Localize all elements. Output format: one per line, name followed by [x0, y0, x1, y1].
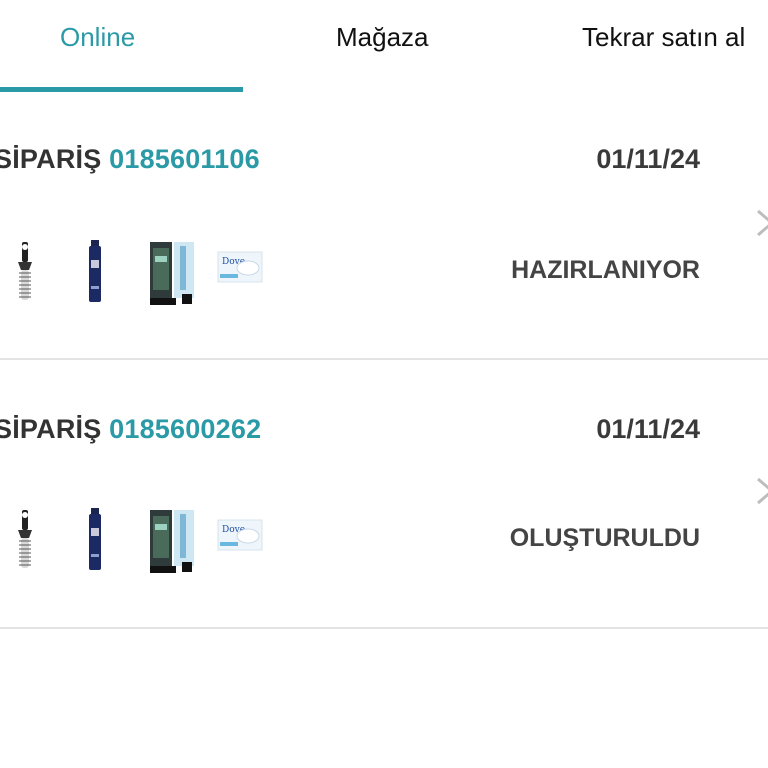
order-label: SİPARİŞ	[0, 414, 102, 444]
divider	[0, 358, 768, 360]
hair-brush-thumbnail	[18, 242, 32, 300]
dove-soap-box-thumbnail: Dove	[217, 519, 263, 551]
tab-bar: Online Mağaza Tekrar satın al	[0, 0, 768, 96]
order-title: SİPARİŞ 0185600262	[0, 414, 261, 445]
order-title: SİPARİŞ 0185601106	[0, 144, 260, 175]
order-number[interactable]: 0185601106	[109, 144, 260, 174]
order-card[interactable]: SİPARİŞ 0185601106 01/11/24 Dove HAZIRLA…	[0, 96, 768, 364]
deodorant-box-thumbnail	[150, 510, 194, 573]
chevron-right-icon[interactable]	[752, 208, 768, 238]
order-item-thumbnails: Dove	[0, 238, 300, 310]
order-label: SİPARİŞ	[0, 144, 102, 174]
hair-brush-thumbnail	[18, 510, 32, 568]
order-card[interactable]: SİPARİŞ 0185600262 01/11/24 Dove OLUŞTUR…	[0, 364, 768, 632]
divider	[0, 627, 768, 629]
hair-spray-can-thumbnail	[89, 508, 101, 570]
dove-soap-box-thumbnail: Dove	[217, 251, 263, 283]
order-number[interactable]: 0185600262	[109, 414, 261, 444]
tab-magaza[interactable]: Mağaza	[336, 22, 429, 53]
active-tab-indicator	[0, 87, 243, 92]
hair-spray-can-thumbnail	[89, 240, 101, 302]
order-status: HAZIRLANIYOR	[511, 256, 700, 284]
order-date: 01/11/24	[596, 414, 700, 444]
tab-tekrar-satin-al[interactable]: Tekrar satın al	[582, 22, 745, 53]
order-item-thumbnails: Dove	[0, 506, 300, 578]
chevron-right-icon[interactable]	[752, 476, 768, 506]
tab-online[interactable]: Online	[60, 22, 135, 53]
order-date: 01/11/24	[596, 144, 700, 174]
order-status: OLUŞTURULDU	[509, 524, 700, 552]
deodorant-box-thumbnail	[150, 242, 194, 305]
